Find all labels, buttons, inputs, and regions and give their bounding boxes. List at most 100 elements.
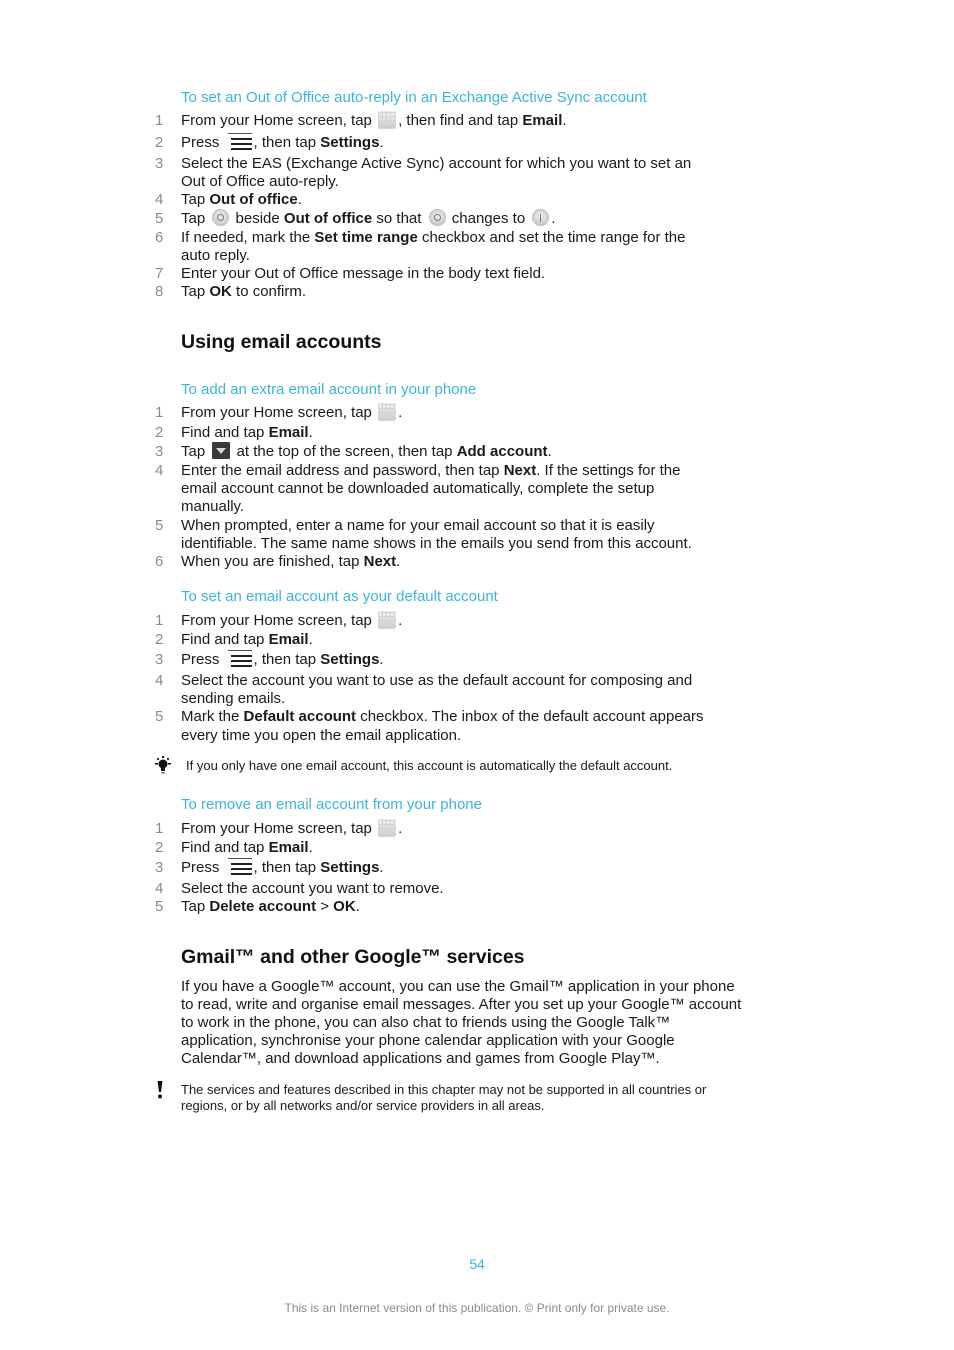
step-number: 8 xyxy=(155,283,164,300)
step-text: Press xyxy=(181,134,224,151)
step-number: 1 xyxy=(155,404,164,421)
step-text: every time you open the email applicatio… xyxy=(181,727,462,744)
step-text: Find and tap xyxy=(181,631,269,648)
apps-grid-icon xyxy=(378,610,397,629)
procedure-title: To set an email account as your default … xyxy=(181,588,498,605)
ui-term: Email xyxy=(522,112,563,129)
toggle-off-icon xyxy=(212,209,230,227)
step-text: beside xyxy=(231,210,284,227)
step-number: 2 xyxy=(155,134,164,151)
paragraph-line: Calendar™, and download applications and… xyxy=(181,1050,660,1067)
paragraph-line: If you have a Google™ account, you can u… xyxy=(181,978,735,995)
footer-notice: This is an Internet version of this publ… xyxy=(284,1301,670,1315)
step-number: 2 xyxy=(155,839,164,856)
step-text: , then find and tap xyxy=(398,112,523,129)
step-text: Tap xyxy=(181,210,210,227)
step-text: , then tap xyxy=(253,651,321,668)
ui-term: Email xyxy=(268,631,309,648)
ui-term: Out of office xyxy=(209,191,298,208)
warning-line: The services and features described in t… xyxy=(181,1082,707,1097)
step-text: so that xyxy=(372,210,426,227)
step-number: 1 xyxy=(155,112,164,129)
step-text: When you are finished, tap xyxy=(181,553,364,570)
step-text: . xyxy=(379,134,384,151)
ui-term: OK xyxy=(209,283,232,300)
step-text: email account cannot be downloaded autom… xyxy=(181,480,655,497)
step-number: 5 xyxy=(155,898,164,915)
step-text: changes to xyxy=(447,210,530,227)
toggle-off-icon xyxy=(428,209,446,227)
step-text: Tap xyxy=(181,898,210,915)
step-number: 1 xyxy=(155,820,164,837)
ui-term: Out of office xyxy=(283,210,373,227)
step-text: sending emails. xyxy=(181,690,286,707)
step-number: 4 xyxy=(155,672,164,689)
warning-text: The services and features described in t… xyxy=(181,1082,706,1114)
step-text: Out of Office auto-reply. xyxy=(181,173,339,190)
step-text: From your Home screen, tap xyxy=(181,112,377,129)
procedure-title: To add an extra email account in your ph… xyxy=(181,381,477,398)
ui-term: Next xyxy=(503,462,537,479)
step-text: . xyxy=(396,553,401,570)
apps-grid-icon xyxy=(378,110,397,129)
step-text: , then tap xyxy=(253,859,321,876)
menu-icon xyxy=(227,857,252,876)
gmail-paragraph: If you have a Google™ account, you can u… xyxy=(181,978,741,1068)
step-number: 6 xyxy=(155,229,164,246)
step-number: 2 xyxy=(155,631,164,648)
step-text: . xyxy=(562,112,567,129)
step-text: , then tap xyxy=(253,134,321,151)
warning-line: regions, or by all networks and/or servi… xyxy=(181,1098,545,1113)
step-text: Find and tap xyxy=(181,839,269,856)
apps-grid-icon xyxy=(378,818,397,837)
ui-term: Settings xyxy=(320,651,380,668)
step-text: checkbox. The inbox of the default accou… xyxy=(356,708,704,725)
step-number: 4 xyxy=(155,462,164,479)
step-text: . xyxy=(355,898,360,915)
ui-term: Email xyxy=(268,839,309,856)
step-number: 5 xyxy=(155,517,164,534)
procedure-title: To remove an email account from your pho… xyxy=(181,796,482,813)
apps-grid-icon xyxy=(378,402,397,421)
step-text: . xyxy=(308,631,313,648)
menu-icon xyxy=(227,649,252,668)
paragraph-line: to work in the phone, you can also chat … xyxy=(181,1014,671,1031)
step-number: 3 xyxy=(155,155,164,172)
step-text: From your Home screen, tap xyxy=(181,820,377,837)
lightbulb-tip-icon xyxy=(155,756,171,774)
ui-term: Settings xyxy=(320,859,380,876)
step-number: 2 xyxy=(155,424,164,441)
paragraph-line: to read, write and organise email messag… xyxy=(181,996,742,1013)
step-text: Enter your Out of Office message in the … xyxy=(181,265,546,282)
step-number: 6 xyxy=(155,553,164,570)
step-text: Press xyxy=(181,859,224,876)
step-text: manually. xyxy=(181,498,245,515)
step-number: 5 xyxy=(155,708,164,725)
step-text: Tap xyxy=(181,283,210,300)
ui-term: Set time range xyxy=(314,229,418,246)
exclamation-warning-icon xyxy=(157,1081,163,1099)
step-text: . xyxy=(398,820,403,837)
step-text: . xyxy=(398,404,403,421)
ui-term: Next xyxy=(363,553,397,570)
step-text: Mark the xyxy=(181,708,244,725)
step-number: 1 xyxy=(155,612,164,629)
step-text: Select the account you want to use as th… xyxy=(181,672,693,689)
ui-term: Delete account xyxy=(209,898,317,915)
step-text: to confirm. xyxy=(231,283,307,300)
dropdown-arrow-icon xyxy=(212,442,231,460)
step-text: When prompted, enter a name for your ema… xyxy=(181,517,655,534)
ui-term: Settings xyxy=(320,134,380,151)
step-text: . xyxy=(308,424,313,441)
ui-term: OK xyxy=(333,898,356,915)
step-text: Press xyxy=(181,651,224,668)
step-text: Enter the email address and password, th… xyxy=(181,462,504,479)
page-number: 54 xyxy=(469,1256,485,1272)
ui-term: Email xyxy=(268,424,309,441)
step-number: 5 xyxy=(155,210,164,227)
step-text: . If the settings for the xyxy=(536,462,681,479)
step-text: If needed, mark the xyxy=(181,229,315,246)
step-text: . xyxy=(379,859,384,876)
step-text: . xyxy=(398,612,403,629)
step-text: > xyxy=(316,898,334,915)
